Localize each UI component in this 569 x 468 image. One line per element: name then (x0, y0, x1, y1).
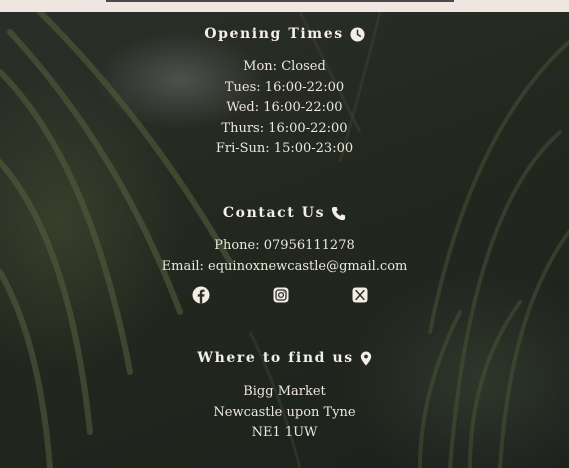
address-line-2: Newcastle upon Tyne (213, 404, 356, 420)
opening-hours-thurs: Thurs: 16:00-22:00 (221, 120, 348, 136)
opening-hours-tues: Tues: 16:00-22:00 (224, 79, 345, 95)
opening-hours-mon: Mon: Closed (243, 59, 326, 74)
social-links (0, 286, 569, 304)
opening-hours-wed: Wed: 16:00-22:00 (226, 100, 343, 115)
contact-phone[interactable]: Phone: 07956111278 (0, 236, 569, 257)
location-section: Where to find us Bigg Market Newcastle u… (0, 350, 569, 444)
contact-title: Contact Us (222, 205, 326, 221)
footer-content: Opening Times Mon: Closed Tues: 16:00-22… (0, 12, 569, 468)
opening-times-title: Opening Times (204, 26, 344, 42)
location-title: Where to find us (197, 350, 354, 366)
facebook-icon[interactable] (192, 286, 210, 304)
phone-icon (332, 206, 346, 220)
address-block: Bigg Market Newcastle upon Tyne NE1 1UW (0, 382, 569, 444)
opening-times-heading: Opening Times (0, 26, 569, 42)
contact-section: Contact Us Phone: 07956111278 Email: equ… (0, 205, 569, 277)
instagram-icon[interactable] (272, 286, 290, 304)
top-bar (0, 0, 569, 12)
opening-hours-list: Mon: Closed Tues: 16:00-22:00 Wed: 16:00… (0, 57, 569, 160)
location-heading: Where to find us (0, 350, 569, 366)
opening-times-section: Opening Times Mon: Closed Tues: 16:00-22… (0, 26, 569, 160)
address-line-1: Bigg Market (243, 384, 326, 399)
clock-icon (350, 26, 365, 42)
contact-email[interactable]: Email: equinoxnewcastle@gmail.com (0, 257, 569, 278)
contact-heading: Contact Us (0, 205, 569, 221)
contact-details: Phone: 07956111278 Email: equinoxnewcast… (0, 236, 569, 277)
x-twitter-icon[interactable] (351, 286, 369, 304)
location-pin-icon (360, 350, 371, 366)
opening-hours-fri-sun: Fri-Sun: 15:00-23:00 (215, 141, 354, 156)
top-bar-underline (106, 0, 454, 2)
address-line-3: NE1 1UW (251, 425, 318, 440)
